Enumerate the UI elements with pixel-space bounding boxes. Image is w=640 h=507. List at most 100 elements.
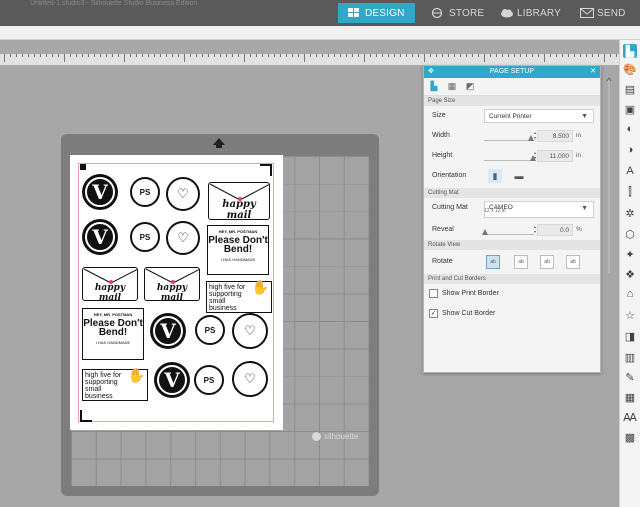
replicate-icon[interactable]: ◑: [623, 143, 637, 157]
send-icon: [580, 8, 594, 18]
sticker-heart[interactable]: ♡: [232, 361, 268, 397]
height-field[interactable]: 11.000: [537, 150, 573, 162]
reveal-stepper-icon[interactable]: ▴ ▾: [534, 224, 536, 234]
panel-scrollbar[interactable]: [605, 75, 613, 275]
rotate-0-icon[interactable]: ab: [486, 255, 500, 269]
section-rotate-view: Rotate View: [424, 240, 600, 250]
move-icon[interactable]: ✥: [428, 66, 434, 78]
sticker-postman[interactable]: HEY, MR. POSTMAN Please Don't Bend! I HA…: [207, 225, 269, 275]
page-setup-tab-icon[interactable]: ▙: [428, 81, 440, 93]
offset-icon[interactable]: ⬡: [623, 227, 637, 241]
top-nav-bar: Untitled-1.studio3 - Silhouette Studio B…: [0, 0, 640, 26]
sketch-icon[interactable]: ✎: [623, 370, 637, 384]
sticker-happy-mail[interactable]: happy mail: [82, 267, 138, 301]
ruler-tick: [418, 54, 419, 57]
show-cut-border-checkbox[interactable]: ✓: [429, 309, 438, 318]
tab-send[interactable]: SEND: [580, 3, 626, 23]
sticker-monogram[interactable]: V: [150, 313, 186, 349]
panel-header[interactable]: ✥ PAGE SETUP ✕: [424, 66, 600, 78]
send-panel-icon[interactable]: ▩: [623, 430, 637, 444]
tab-library[interactable]: LIBRARY: [500, 3, 561, 23]
image-effects-icon[interactable]: ▣: [623, 102, 637, 116]
effects-icon[interactable]: ✦: [623, 247, 637, 261]
sticker-monogram[interactable]: V: [154, 362, 190, 398]
sticker-high-five[interactable]: high five for supporting small business …: [206, 280, 272, 313]
text-icon[interactable]: A: [623, 164, 637, 178]
page-setup-icon[interactable]: ▙: [623, 44, 637, 58]
line-style-icon[interactable]: ▤: [623, 82, 637, 96]
sticker-happy-mail[interactable]: happy mail: [208, 182, 270, 220]
sticker-heart[interactable]: ♡: [166, 177, 200, 211]
sticker-high-five[interactable]: high five for supporting small business …: [82, 368, 148, 401]
ruler-tick: [472, 54, 473, 57]
ruler-tick: [292, 54, 293, 57]
height-stepper-icon[interactable]: ▴ ▾: [534, 150, 536, 160]
ruler-tick: [370, 54, 371, 57]
ruler-tick: [274, 54, 275, 57]
sticker-ps[interactable]: PS: [195, 315, 225, 345]
page-paper[interactable]: V PS ♡ happy mail V PS ♡ HEY, MR. POSTMA…: [70, 155, 283, 430]
ruler-tick: [166, 54, 167, 57]
width-field[interactable]: 8.500: [537, 130, 573, 142]
width-slider[interactable]: [484, 131, 534, 141]
ruler-tick: [70, 54, 71, 57]
sticker-monogram[interactable]: V: [82, 219, 118, 255]
tab-design[interactable]: DESIGN: [338, 3, 415, 23]
fonts-icon[interactable]: Ꜳ: [623, 410, 637, 424]
tab-store[interactable]: STORE: [431, 3, 485, 23]
shapes-icon[interactable]: ⌂: [623, 287, 637, 301]
height-slider[interactable]: [484, 151, 536, 161]
width-stepper-icon[interactable]: ▴ ▾: [534, 130, 536, 140]
ruler-tick: [220, 54, 221, 57]
rotate-180-icon[interactable]: ab: [540, 255, 554, 269]
document-title: Untitled-1.studio3 - Silhouette Studio B…: [30, 0, 198, 7]
tab-store-label: STORE: [449, 7, 485, 19]
registration-mark: [80, 410, 92, 422]
reveal-slider[interactable]: [482, 225, 534, 235]
ruler-tick: [616, 54, 617, 57]
fill-color-icon[interactable]: 🎨: [623, 62, 637, 76]
portrait-icon[interactable]: ▮: [488, 169, 502, 183]
tab-send-label: SEND: [597, 7, 626, 19]
chevron-down-icon: ▼: [581, 205, 588, 212]
ruler-tick: [466, 54, 467, 57]
close-icon[interactable]: ✕: [590, 66, 596, 78]
rotate-90-icon[interactable]: ab: [514, 255, 528, 269]
reveal-field[interactable]: 0.0: [537, 224, 573, 236]
ruler-tick: [478, 54, 479, 57]
ruler-tick: [322, 54, 323, 57]
sticker-postman[interactable]: HEY, MR. POSTMAN Please Don't Bend! I HA…: [82, 308, 144, 360]
ruler-tick: [88, 54, 89, 57]
pixscan-icon[interactable]: ◨: [623, 329, 637, 343]
sticker-monogram[interactable]: V: [82, 174, 118, 210]
sticker-happy-mail[interactable]: happy mail: [144, 267, 200, 301]
transform-icon[interactable]: ◐: [623, 122, 637, 136]
nesting-icon[interactable]: ❖: [623, 267, 637, 281]
align-icon[interactable]: ⫿: [623, 185, 637, 199]
library-icon[interactable]: ▦: [623, 390, 637, 404]
layers-icon[interactable]: ▥: [623, 350, 637, 364]
registration-tab-icon[interactable]: ◩: [464, 81, 476, 93]
show-print-border-checkbox[interactable]: [429, 289, 438, 298]
landscape-icon[interactable]: ▬: [512, 169, 526, 183]
sticker-ps[interactable]: PS: [194, 365, 224, 395]
ruler-tick: [76, 54, 77, 57]
ruler-tick: [52, 54, 53, 57]
ruler-tick: [532, 54, 533, 57]
ruler-tick: [64, 54, 65, 62]
grid-settings-tab-icon[interactable]: ▦: [446, 81, 458, 93]
sticker-heart[interactable]: ♡: [166, 221, 200, 255]
star-icon[interactable]: ☆: [623, 308, 637, 322]
trace-icon[interactable]: ✲: [623, 206, 637, 220]
ruler-tick: [172, 54, 173, 57]
ruler-tick: [514, 54, 515, 57]
sticker-ps[interactable]: PS: [130, 177, 160, 207]
ruler-tick: [34, 54, 35, 57]
sticker-heart[interactable]: ♡: [232, 313, 268, 349]
ruler-tick: [316, 54, 317, 57]
orientation-row: Orientation ▮ ▬: [424, 166, 600, 188]
rotate-270-icon[interactable]: ab: [566, 255, 580, 269]
ruler-tick: [94, 54, 95, 57]
size-select[interactable]: Current Printer ▼: [484, 109, 594, 123]
sticker-ps[interactable]: PS: [130, 222, 160, 252]
